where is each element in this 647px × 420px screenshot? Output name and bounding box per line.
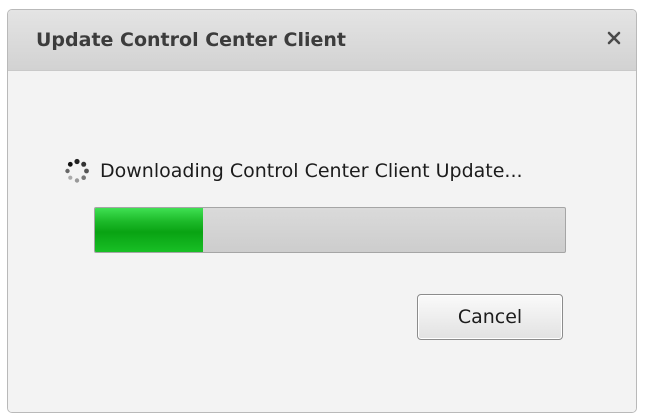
- status-text: Downloading Control Center Client Update…: [100, 160, 523, 182]
- update-dialog: Update Control Center Client Downloading…: [7, 9, 637, 413]
- progress-fill: [95, 208, 204, 252]
- loading-spinner-icon: [65, 158, 89, 183]
- title-bar: Update Control Center Client: [8, 10, 636, 71]
- download-progress-bar: [94, 207, 566, 253]
- close-icon: [607, 31, 621, 45]
- cancel-button[interactable]: Cancel: [417, 294, 563, 340]
- dialog-content: Downloading Control Center Client Update…: [8, 71, 636, 412]
- close-button[interactable]: [600, 24, 628, 52]
- dialog-title: Update Control Center Client: [36, 29, 346, 51]
- status-row: Downloading Control Center Client Update…: [64, 156, 523, 186]
